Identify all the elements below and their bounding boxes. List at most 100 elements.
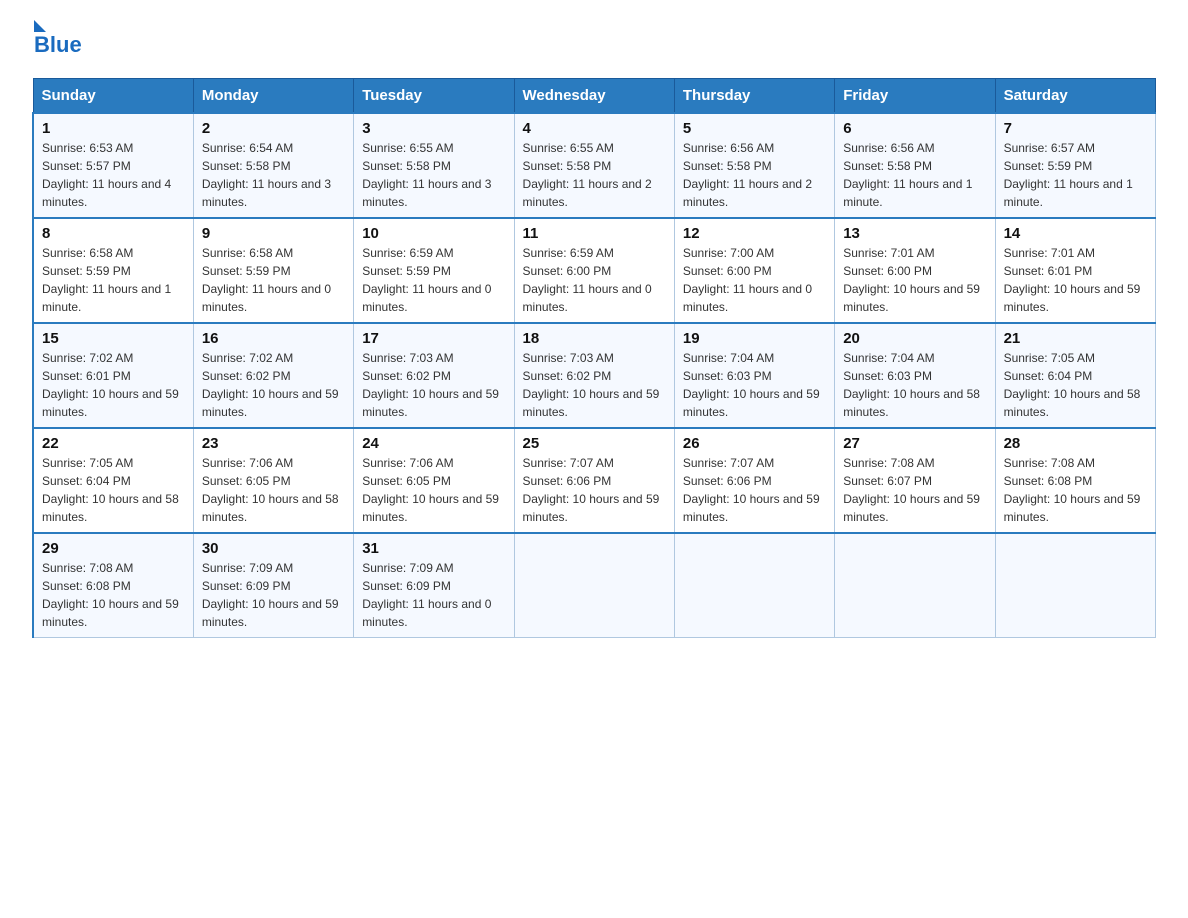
header-wednesday: Wednesday <box>514 79 674 114</box>
day-info: Sunrise: 6:58 AMSunset: 5:59 PMDaylight:… <box>202 244 345 316</box>
calendar-cell: 28 Sunrise: 7:08 AMSunset: 6:08 PMDayligh… <box>995 428 1155 533</box>
header-tuesday: Tuesday <box>354 79 514 114</box>
day-number: 7 <box>1004 120 1147 137</box>
day-number: 25 <box>523 435 666 452</box>
header-saturday: Saturday <box>995 79 1155 114</box>
day-number: 26 <box>683 435 826 452</box>
calendar-cell <box>835 533 995 638</box>
day-number: 21 <box>1004 330 1147 347</box>
day-number: 27 <box>843 435 986 452</box>
day-number: 17 <box>362 330 505 347</box>
day-number: 3 <box>362 120 505 137</box>
calendar-cell: 6 Sunrise: 6:56 AMSunset: 5:58 PMDaylight… <box>835 113 995 218</box>
calendar-cell: 29Sunrise: 7:08 AMSunset: 6:08 PMDayligh… <box>33 533 193 638</box>
day-info: Sunrise: 7:06 AMSunset: 6:05 PMDaylight:… <box>202 454 345 526</box>
day-info: Sunrise: 7:04 AMSunset: 6:03 PMDaylight:… <box>683 349 826 421</box>
day-info: Sunrise: 6:57 AMSunset: 5:59 PMDaylight:… <box>1004 139 1147 211</box>
calendar-cell: 17Sunrise: 7:03 AMSunset: 6:02 PMDayligh… <box>354 323 514 428</box>
day-info: Sunrise: 6:58 AMSunset: 5:59 PMDaylight:… <box>42 244 185 316</box>
logo-blue-part <box>32 24 46 32</box>
day-info: Sunrise: 7:08 AMSunset: 6:07 PMDaylight:… <box>843 454 986 526</box>
day-info: Sunrise: 7:04 AMSunset: 6:03 PMDaylight:… <box>843 349 986 421</box>
day-info: Sunrise: 7:01 AMSunset: 6:00 PMDaylight:… <box>843 244 986 316</box>
calendar-cell: 11Sunrise: 6:59 AMSunset: 6:00 PMDayligh… <box>514 218 674 323</box>
calendar-cell: 25 Sunrise: 7:07 AMSunset: 6:06 PMDayligh… <box>514 428 674 533</box>
day-number: 10 <box>362 225 505 242</box>
calendar-cell: 26 Sunrise: 7:07 AMSunset: 6:06 PMDayligh… <box>674 428 834 533</box>
week-row-4: 22 Sunrise: 7:05 AMSunset: 6:04 PMDayligh… <box>33 428 1156 533</box>
day-number: 16 <box>202 330 345 347</box>
day-number: 8 <box>42 225 185 242</box>
calendar-cell: 30 Sunrise: 7:09 AMSunset: 6:09 PMDayligh… <box>193 533 353 638</box>
calendar-cell: 8 Sunrise: 6:58 AMSunset: 5:59 PMDaylight… <box>33 218 193 323</box>
day-info: Sunrise: 6:59 AMSunset: 5:59 PMDaylight:… <box>362 244 505 316</box>
day-number: 24 <box>362 435 505 452</box>
calendar-cell: 5Sunrise: 6:56 AMSunset: 5:58 PMDaylight… <box>674 113 834 218</box>
day-info: Sunrise: 6:56 AMSunset: 5:58 PMDaylight:… <box>843 139 986 211</box>
day-info: Sunrise: 6:55 AMSunset: 5:58 PMDaylight:… <box>362 139 505 211</box>
day-info: Sunrise: 6:54 AMSunset: 5:58 PMDaylight:… <box>202 139 345 211</box>
calendar-cell <box>514 533 674 638</box>
day-number: 1 <box>42 120 185 137</box>
calendar-cell: 20 Sunrise: 7:04 AMSunset: 6:03 PMDayligh… <box>835 323 995 428</box>
day-info: Sunrise: 6:59 AMSunset: 6:00 PMDaylight:… <box>523 244 666 316</box>
day-info: Sunrise: 7:02 AMSunset: 6:02 PMDaylight:… <box>202 349 345 421</box>
day-number: 13 <box>843 225 986 242</box>
day-number: 28 <box>1004 435 1147 452</box>
day-number: 30 <box>202 540 345 557</box>
day-info: Sunrise: 7:09 AMSunset: 6:09 PMDaylight:… <box>202 559 345 631</box>
day-number: 22 <box>42 435 185 452</box>
calendar-cell: 7 Sunrise: 6:57 AMSunset: 5:59 PMDaylight… <box>995 113 1155 218</box>
day-info: Sunrise: 7:07 AMSunset: 6:06 PMDaylight:… <box>683 454 826 526</box>
calendar-cell: 21Sunrise: 7:05 AMSunset: 6:04 PMDayligh… <box>995 323 1155 428</box>
logo-triangle-icon <box>34 20 46 32</box>
day-info: Sunrise: 7:08 AMSunset: 6:08 PMDaylight:… <box>1004 454 1147 526</box>
calendar-cell: 10 Sunrise: 6:59 AMSunset: 5:59 PMDayligh… <box>354 218 514 323</box>
calendar-cell: 1 Sunrise: 6:53 AMSunset: 5:57 PMDaylight… <box>33 113 193 218</box>
day-number: 19 <box>683 330 826 347</box>
calendar-cell: 15 Sunrise: 7:02 AMSunset: 6:01 PMDayligh… <box>33 323 193 428</box>
calendar-cell: 16 Sunrise: 7:02 AMSunset: 6:02 PMDayligh… <box>193 323 353 428</box>
week-row-5: 29Sunrise: 7:08 AMSunset: 6:08 PMDayligh… <box>33 533 1156 638</box>
calendar: SundayMondayTuesdayWednesdayThursdayFrid… <box>32 78 1156 638</box>
calendar-cell: 24Sunrise: 7:06 AMSunset: 6:05 PMDayligh… <box>354 428 514 533</box>
calendar-cell: 18 Sunrise: 7:03 AMSunset: 6:02 PMDayligh… <box>514 323 674 428</box>
day-info: Sunrise: 7:07 AMSunset: 6:06 PMDaylight:… <box>523 454 666 526</box>
logo-subtitle: Blue <box>34 32 82 58</box>
calendar-cell <box>995 533 1155 638</box>
day-number: 12 <box>683 225 826 242</box>
calendar-cell: 19 Sunrise: 7:04 AMSunset: 6:03 PMDayligh… <box>674 323 834 428</box>
day-info: Sunrise: 7:09 AMSunset: 6:09 PMDaylight:… <box>362 559 505 631</box>
day-number: 31 <box>362 540 505 557</box>
calendar-header-row: SundayMondayTuesdayWednesdayThursdayFrid… <box>33 79 1156 114</box>
calendar-cell: 4 Sunrise: 6:55 AMSunset: 5:58 PMDaylight… <box>514 113 674 218</box>
day-info: Sunrise: 7:08 AMSunset: 6:08 PMDaylight:… <box>42 559 185 631</box>
week-row-2: 8 Sunrise: 6:58 AMSunset: 5:59 PMDaylight… <box>33 218 1156 323</box>
logo: Blue <box>32 24 82 58</box>
week-row-1: 1 Sunrise: 6:53 AMSunset: 5:57 PMDaylight… <box>33 113 1156 218</box>
day-number: 4 <box>523 120 666 137</box>
day-number: 5 <box>683 120 826 137</box>
day-number: 20 <box>843 330 986 347</box>
day-info: Sunrise: 7:05 AMSunset: 6:04 PMDaylight:… <box>42 454 185 526</box>
calendar-cell: 12 Sunrise: 7:00 AMSunset: 6:00 PMDayligh… <box>674 218 834 323</box>
day-info: Sunrise: 6:53 AMSunset: 5:57 PMDaylight:… <box>42 139 185 211</box>
day-info: Sunrise: 7:02 AMSunset: 6:01 PMDaylight:… <box>42 349 185 421</box>
day-info: Sunrise: 7:00 AMSunset: 6:00 PMDaylight:… <box>683 244 826 316</box>
calendar-cell: 27 Sunrise: 7:08 AMSunset: 6:07 PMDayligh… <box>835 428 995 533</box>
week-row-3: 15 Sunrise: 7:02 AMSunset: 6:01 PMDayligh… <box>33 323 1156 428</box>
day-number: 23 <box>202 435 345 452</box>
calendar-cell: 31 Sunrise: 7:09 AMSunset: 6:09 PMDayligh… <box>354 533 514 638</box>
day-info: Sunrise: 6:55 AMSunset: 5:58 PMDaylight:… <box>523 139 666 211</box>
day-number: 9 <box>202 225 345 242</box>
calendar-cell: 13 Sunrise: 7:01 AMSunset: 6:00 PMDayligh… <box>835 218 995 323</box>
day-info: Sunrise: 7:01 AMSunset: 6:01 PMDaylight:… <box>1004 244 1147 316</box>
day-number: 2 <box>202 120 345 137</box>
day-info: Sunrise: 7:03 AMSunset: 6:02 PMDaylight:… <box>523 349 666 421</box>
calendar-cell: 2 Sunrise: 6:54 AMSunset: 5:58 PMDaylight… <box>193 113 353 218</box>
header-friday: Friday <box>835 79 995 114</box>
day-number: 18 <box>523 330 666 347</box>
day-number: 6 <box>843 120 986 137</box>
calendar-cell: 14Sunrise: 7:01 AMSunset: 6:01 PMDayligh… <box>995 218 1155 323</box>
day-number: 15 <box>42 330 185 347</box>
